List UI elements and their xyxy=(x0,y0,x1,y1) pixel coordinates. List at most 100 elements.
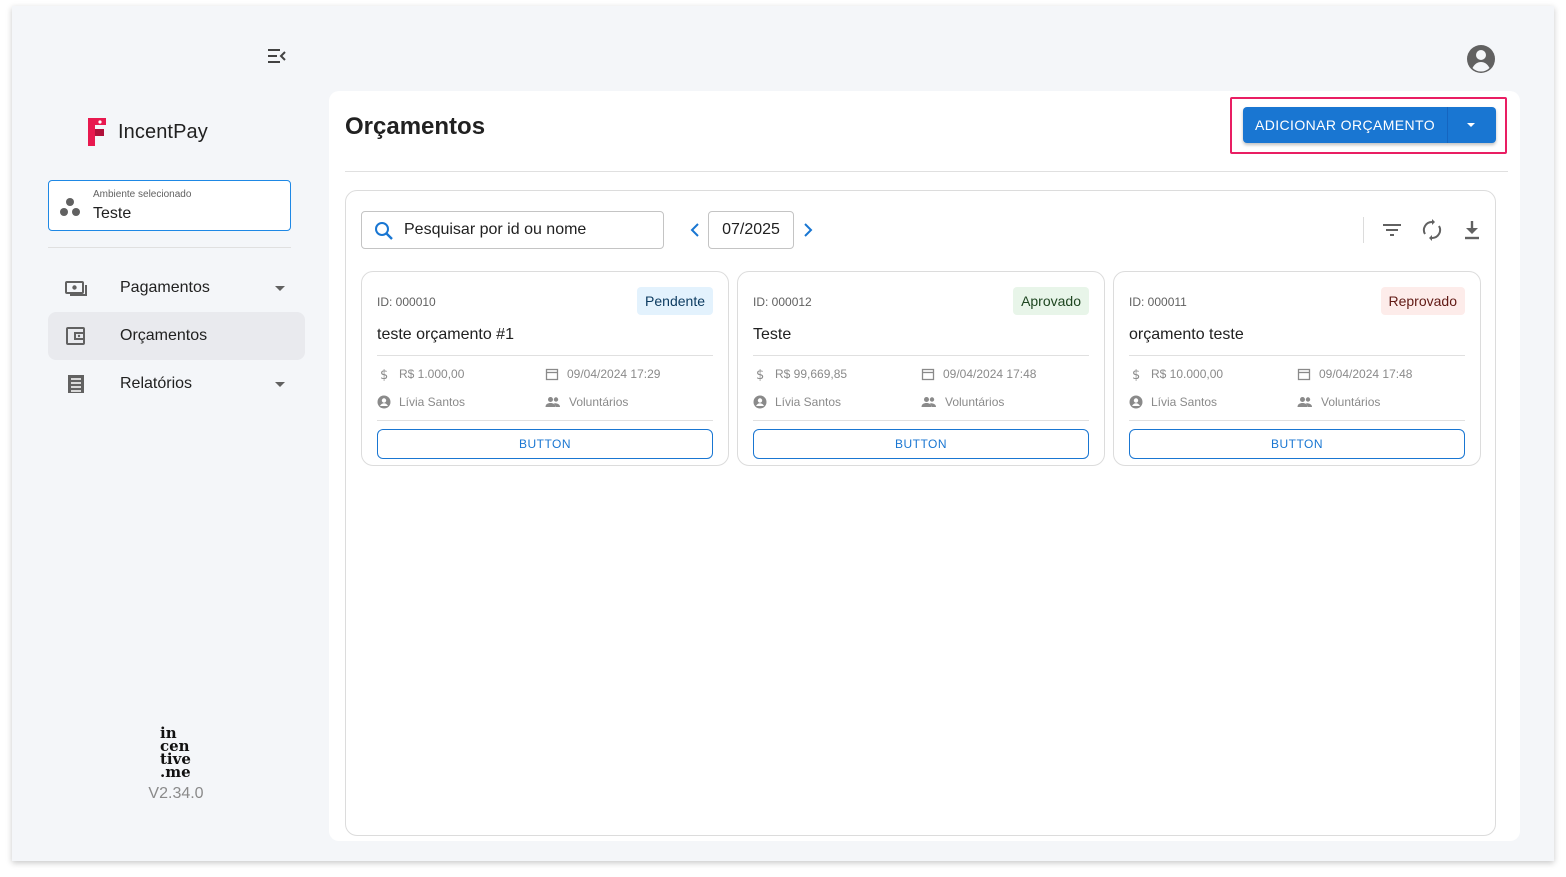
dollar-icon: $ xyxy=(756,368,764,381)
budget-owner: Lívia Santos xyxy=(1129,395,1217,409)
search-input[interactable] xyxy=(404,212,654,248)
calendar-icon xyxy=(1297,368,1311,381)
period-field[interactable]: 07/2025 xyxy=(708,211,794,249)
svg-text:$: $ xyxy=(756,368,764,381)
main-panel: Orçamentos ADICIONAR ORÇAMENTO 07/2025 xyxy=(329,91,1520,841)
card-action-button[interactable]: BUTTON xyxy=(1129,429,1465,459)
payments-icon xyxy=(65,281,87,296)
owner-value: Lívia Santos xyxy=(775,395,842,409)
sidebar-item-orcamentos[interactable]: Orçamentos xyxy=(48,312,305,360)
account-circle-icon xyxy=(377,395,391,409)
amount-value: R$ 1.000,00 xyxy=(399,367,465,381)
calendar-icon xyxy=(921,368,935,381)
wallet-icon xyxy=(66,327,85,345)
budget-date: 09/04/2024 17:48 xyxy=(1297,367,1412,381)
brand-name: IncentPay xyxy=(118,120,208,143)
card-divider xyxy=(377,355,713,356)
group-value: Voluntários xyxy=(945,395,1005,409)
budget-owner: Lívia Santos xyxy=(377,395,465,409)
budget-date: 09/04/2024 17:48 xyxy=(921,367,1036,381)
environment-label: Ambiente selecionado xyxy=(93,189,192,200)
header-divider xyxy=(345,171,1508,172)
budget-owner: Lívia Santos xyxy=(753,395,841,409)
budget-id: ID: 000010 xyxy=(377,295,436,309)
sidebar-item-relatorios[interactable]: Relatórios xyxy=(48,360,305,408)
incentpay-logo-icon xyxy=(88,118,106,146)
sidebar-item-label: Relatórios xyxy=(120,375,193,392)
refresh-icon[interactable] xyxy=(1420,218,1444,242)
group-value: Voluntários xyxy=(1321,395,1381,409)
report-icon xyxy=(68,375,84,393)
status-badge: Pendente xyxy=(637,287,713,315)
environment-value: Teste xyxy=(93,205,132,222)
caret-down-icon[interactable] xyxy=(268,372,292,396)
budget-title: teste orçamento #1 xyxy=(377,326,514,343)
card-action-button[interactable]: BUTTON xyxy=(753,429,1089,459)
page-title: Orçamentos xyxy=(345,113,486,140)
dollar-icon: $ xyxy=(1132,368,1140,381)
incentive-me-logo: in cen tive .me xyxy=(160,724,191,779)
brand-logo: IncentPay xyxy=(84,116,208,148)
search-box[interactable] xyxy=(361,211,664,249)
caret-down-icon[interactable] xyxy=(268,276,292,300)
date-value: 09/04/2024 17:29 xyxy=(567,367,661,381)
card-divider xyxy=(753,355,1089,356)
search-icon xyxy=(375,222,393,240)
budgets-container: 07/2025 ID: 000010 Pendente teste orçame… xyxy=(345,190,1496,836)
budget-title: orçamento teste xyxy=(1129,326,1244,343)
budget-title: Teste xyxy=(753,326,792,343)
budget-id: ID: 000012 xyxy=(753,295,812,309)
account-circle-icon xyxy=(753,395,767,409)
sidebar-item-pagamentos[interactable]: Pagamentos xyxy=(48,264,305,312)
group-icon xyxy=(1297,397,1312,407)
group-icon xyxy=(545,397,560,407)
owner-value: Lívia Santos xyxy=(1151,395,1218,409)
budget-card: ID: 000010 Pendente teste orçamento #1 $… xyxy=(361,271,729,466)
budget-amount: $ R$ 10.000,00 xyxy=(1129,367,1223,381)
svg-text:$: $ xyxy=(1132,368,1140,381)
svg-text:$: $ xyxy=(380,368,388,381)
amount-value: R$ 10.000,00 xyxy=(1151,367,1224,381)
budget-amount: $ R$ 99,669,85 xyxy=(753,367,847,381)
budget-group: Voluntários xyxy=(1297,395,1380,409)
app-version: V2.34.0 xyxy=(148,785,204,802)
dollar-icon: $ xyxy=(380,368,388,381)
filter-icon[interactable] xyxy=(1380,218,1404,242)
amount-value: R$ 99,669,85 xyxy=(775,367,848,381)
budget-amount: $ R$ 1.000,00 xyxy=(377,367,464,381)
caret-down-icon xyxy=(1467,123,1475,127)
budget-card: ID: 000011 Reprovado orçamento teste $ R… xyxy=(1113,271,1481,466)
date-value: 09/04/2024 17:48 xyxy=(943,367,1037,381)
add-budget-button[interactable]: ADICIONAR ORÇAMENTO xyxy=(1243,107,1496,143)
status-badge: Aprovado xyxy=(1013,287,1089,315)
card-divider xyxy=(1129,355,1465,356)
calendar-icon xyxy=(545,368,559,381)
group-icon xyxy=(921,397,936,407)
environment-icon xyxy=(60,198,80,216)
budget-id: ID: 000011 xyxy=(1129,295,1187,309)
card-divider xyxy=(1129,420,1465,421)
environment-selector[interactable]: Ambiente selecionado Teste xyxy=(48,180,291,231)
card-divider xyxy=(753,420,1089,421)
toolbar-divider xyxy=(1363,217,1364,243)
svg-text:.me: .me xyxy=(160,763,191,779)
card-divider xyxy=(377,420,713,421)
budget-card: ID: 000012 Aprovado Teste $ R$ 99,669,85… xyxy=(737,271,1105,466)
sidebar-item-label: Orçamentos xyxy=(120,327,208,344)
sidebar-item-label: Pagamentos xyxy=(120,279,210,296)
budget-group: Voluntários xyxy=(545,395,628,409)
account-circle-icon xyxy=(1129,395,1143,409)
status-badge: Reprovado xyxy=(1380,287,1465,315)
add-budget-dropdown[interactable] xyxy=(1448,107,1496,143)
download-icon[interactable] xyxy=(1460,218,1484,242)
budget-date: 09/04/2024 17:29 xyxy=(545,367,660,381)
menu-collapse-icon[interactable] xyxy=(265,44,289,68)
chevron-left-icon[interactable] xyxy=(683,218,707,242)
card-action-button[interactable]: BUTTON xyxy=(377,429,713,459)
budget-group: Voluntários xyxy=(921,395,1004,409)
chevron-right-icon[interactable] xyxy=(796,218,820,242)
sidebar-divider xyxy=(48,247,291,248)
add-budget-label: ADICIONAR ORÇAMENTO xyxy=(1254,117,1436,133)
user-avatar-icon[interactable] xyxy=(1466,44,1496,74)
date-value: 09/04/2024 17:48 xyxy=(1319,367,1413,381)
